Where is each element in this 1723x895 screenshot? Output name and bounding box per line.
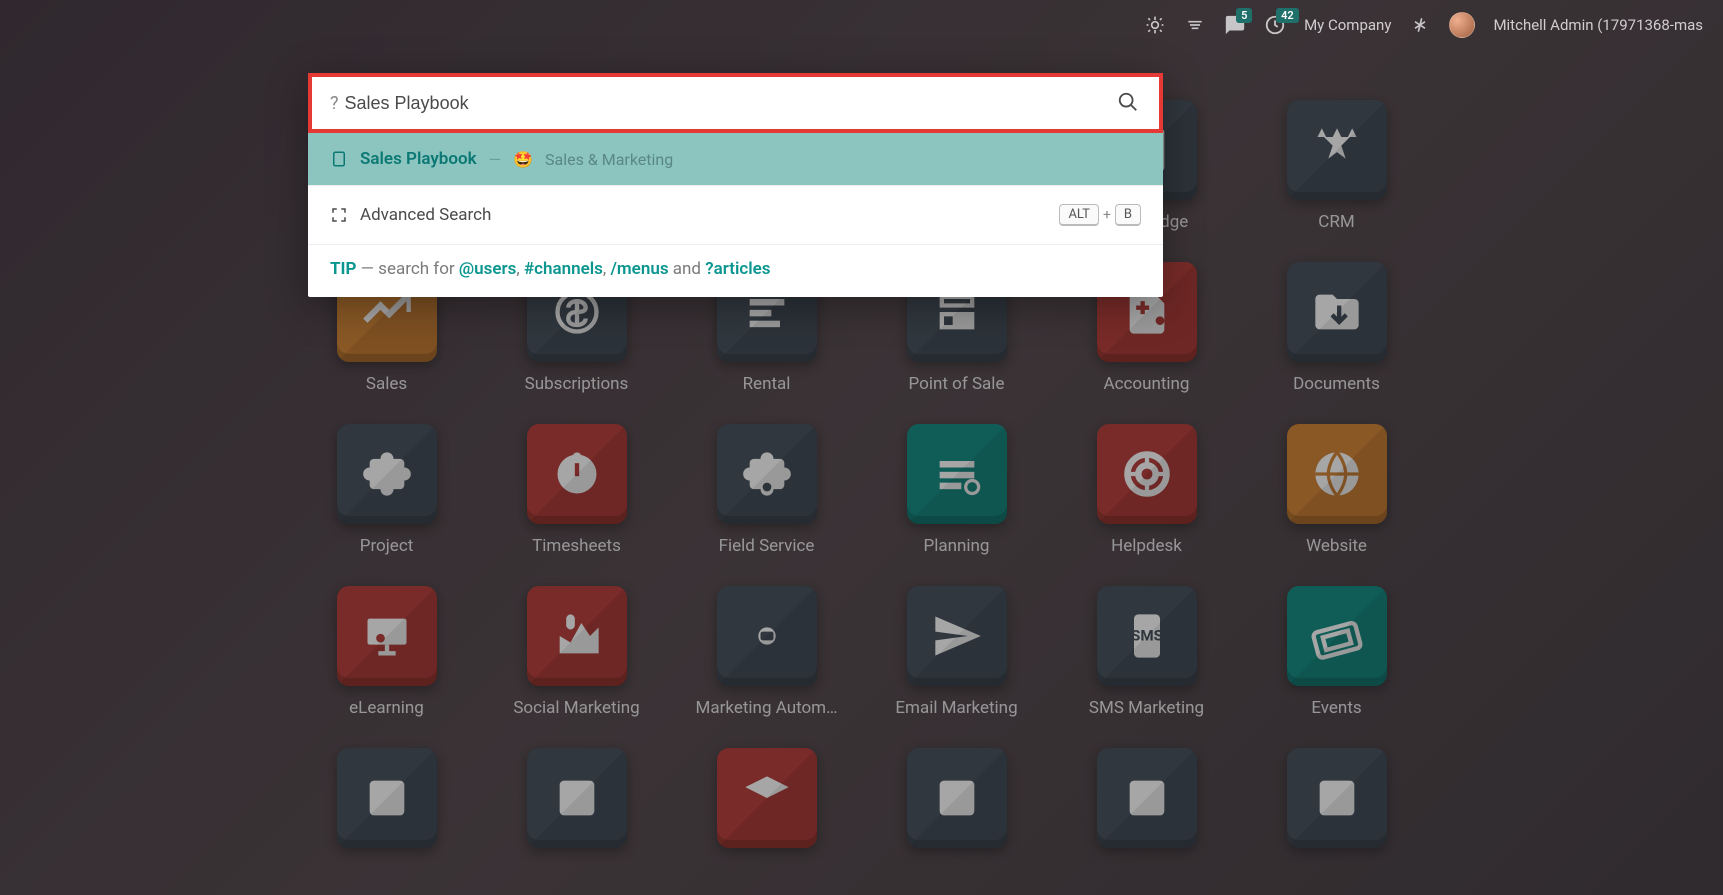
search-input-wrap: ? — [308, 73, 1163, 133]
result-subtitle: Sales & Marketing — [545, 150, 673, 169]
kbd-b: B — [1115, 204, 1141, 226]
advanced-search-button[interactable]: Advanced Search — [330, 205, 491, 225]
tip-users: @users — [459, 259, 516, 279]
settings-icon[interactable] — [1409, 14, 1431, 36]
search-prefix: ? — [330, 93, 339, 114]
tip-channels: #channels — [524, 259, 603, 279]
advanced-search-label: Advanced Search — [360, 205, 491, 225]
avatar[interactable] — [1449, 12, 1475, 38]
activities-badge: 42 — [1276, 8, 1299, 23]
advanced-search-row: Advanced Search ALT + B — [308, 185, 1163, 244]
debug-icon[interactable] — [1144, 14, 1166, 36]
result-separator: — — [489, 150, 502, 169]
search-input[interactable] — [345, 93, 1111, 114]
tip-menus: /menus — [610, 259, 668, 279]
article-icon — [330, 150, 348, 168]
topbar: 5 42 My Company Mitchell Admin (17971368… — [1124, 0, 1723, 50]
tray-icon[interactable] — [1184, 14, 1206, 36]
tip-articles: ?articles — [705, 259, 770, 279]
kbd-alt: ALT — [1059, 204, 1099, 226]
result-emoji: 🤩 — [513, 150, 533, 169]
user-menu[interactable]: Mitchell Admin (17971368-mas — [1493, 16, 1703, 34]
result-title: Sales Playbook — [360, 149, 477, 169]
command-palette: ? Sales Playbook — 🤩 Sales & Marketing A… — [308, 73, 1163, 297]
search-tip: TIP — search for @users, #channels, /men… — [308, 244, 1163, 297]
keyboard-shortcut: ALT + B — [1059, 204, 1141, 226]
expand-icon — [330, 206, 348, 224]
kbd-plus: + — [1103, 207, 1111, 223]
search-icon[interactable] — [1117, 91, 1141, 115]
messages-icon[interactable]: 5 — [1224, 14, 1246, 36]
messages-badge: 5 — [1236, 8, 1252, 23]
activities-icon[interactable]: 42 — [1264, 14, 1286, 36]
company-switcher[interactable]: My Company — [1304, 16, 1391, 34]
tip-label: TIP — [330, 259, 356, 279]
search-result-item[interactable]: Sales Playbook — 🤩 Sales & Marketing — [308, 133, 1163, 185]
